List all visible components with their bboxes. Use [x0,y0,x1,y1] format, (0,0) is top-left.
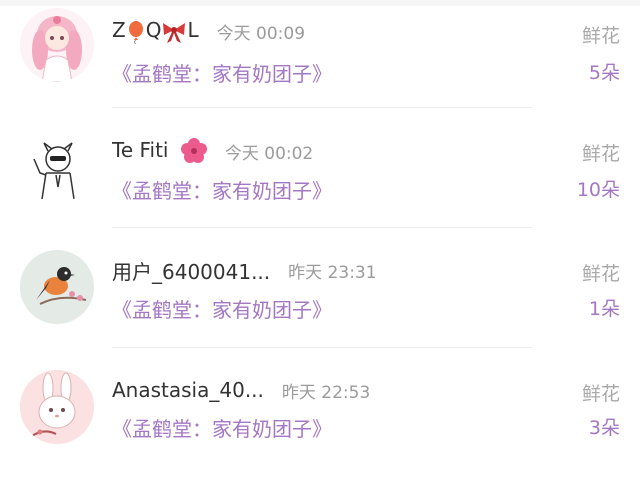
name-line: Te Fiti 今天 00:02 [112,136,313,166]
timestamp: 今天 00:02 [224,143,314,164]
username[interactable]: 用户_6400041... [112,256,270,285]
book-title-link[interactable]: 《孟鹤堂：家有奶团子》 [112,413,332,442]
list-item[interactable]: ZQL 今天 00:09 《孟鹤堂：家有奶团子》 鲜花 5朵 [0,0,640,120]
bunny-avatar-icon [20,370,94,444]
book-title-link[interactable]: 《孟鹤堂：家有奶团子》 [112,175,332,204]
list-item[interactable]: 用户_6400041... 昨天 23:31 《孟鹤堂：家有奶团子》 鲜花 1朵 [0,240,640,360]
avatar[interactable] [20,8,94,82]
gift-count: 5朵 [588,62,620,84]
gift-count: 1朵 [588,298,620,320]
gift-type-label: 鲜花 [581,25,620,47]
bird-avatar-icon [20,250,94,324]
timestamp: 昨天 23:31 [288,262,377,283]
name-line: Anastasia_40... 昨天 22:53 [112,375,370,405]
anime-girl-avatar-icon [20,8,94,82]
book-title-link[interactable]: 《孟鹤堂：家有奶团子》 [112,294,332,323]
row-divider [112,107,532,108]
gift-type-label: 鲜花 [581,263,620,285]
gift-type-label: 鲜花 [581,143,620,165]
timestamp: 今天 00:09 [216,23,306,44]
name-line: 用户_6400041... 昨天 23:31 [112,255,377,285]
ribbon-icon [163,22,186,43]
username[interactable]: Te Fiti [112,138,207,165]
sketch-man-avatar-icon [20,129,94,203]
balloon-icon [128,20,143,44]
row-divider [112,347,532,348]
gift-count: 3朵 [588,417,620,439]
timestamp: 昨天 22:53 [281,382,371,403]
row-divider [112,227,532,228]
username[interactable]: ZQL [112,18,199,44]
name-line: ZQL 今天 00:09 [112,16,305,46]
avatar[interactable] [20,370,94,444]
gift-count: 10朵 [576,179,620,201]
avatar[interactable] [20,129,94,203]
list-item[interactable]: Te Fiti 今天 00:02 《孟鹤堂：家有奶团子》 鲜花 10朵 [0,120,640,240]
gift-type-label: 鲜花 [581,383,620,405]
list-item[interactable]: Anastasia_40... 昨天 22:53 《孟鹤堂：家有奶团子》 鲜花 … [0,360,640,480]
hibiscus-flower-icon [180,138,207,164]
avatar[interactable] [20,250,94,324]
book-title-link[interactable]: 《孟鹤堂：家有奶团子》 [112,58,332,87]
username[interactable]: Anastasia_40... [112,378,264,402]
